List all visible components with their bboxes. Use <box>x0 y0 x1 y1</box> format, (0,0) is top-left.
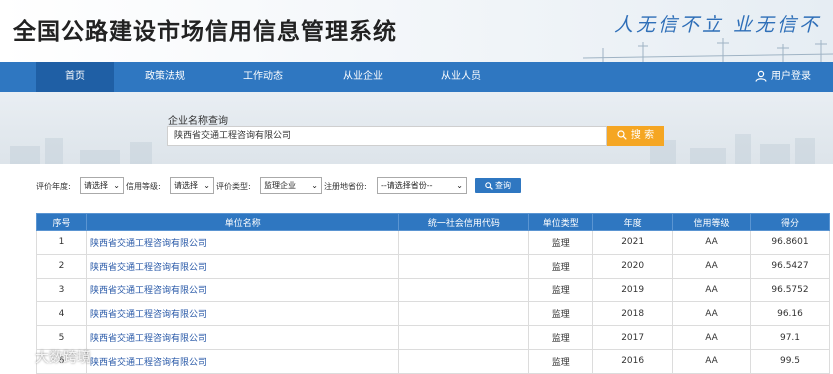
cell-credit-code <box>398 301 530 327</box>
cell-type: 监理 <box>528 301 594 327</box>
cell-grade: AA <box>672 301 751 327</box>
col-header-no: 序号 <box>36 213 87 231</box>
watermark-logo-icon <box>9 354 29 364</box>
province-select-value: --请选择省份-- <box>381 181 433 190</box>
table-row: 1 陕西省交通工程咨询有限公司 监理 2021 AA 96.8601 <box>36 230 830 255</box>
chevron-down-icon: ⌄ <box>113 181 120 190</box>
company-link[interactable]: 陕西省交通工程咨询有限公司 <box>85 301 400 327</box>
chevron-down-icon: ⌄ <box>203 181 210 190</box>
user-icon <box>755 70 767 82</box>
login-button[interactable]: 用户登录 <box>755 62 811 92</box>
cell-type: 监理 <box>528 325 594 350</box>
cell-no: 2 <box>36 253 87 279</box>
cell-year: 2021 <box>592 230 674 255</box>
search-label: 企业名称查询 <box>168 116 228 127</box>
login-label: 用户登录 <box>771 71 811 82</box>
cell-score: 96.8601 <box>750 230 830 255</box>
cell-type: 监理 <box>528 253 594 279</box>
site-title: 全国公路建设市场信用信息管理系统 <box>13 19 397 45</box>
cell-credit-code <box>398 253 530 279</box>
cell-year: 2018 <box>592 301 674 327</box>
table-row: 2 陕西省交通工程咨询有限公司 监理 2020 AA 96.5427 <box>36 253 830 279</box>
col-header-score: 得分 <box>750 213 830 231</box>
province-select[interactable]: --请选择省份-- ⌄ <box>377 177 467 194</box>
search-banner: 企业名称查询 陕西省交通工程咨询有限公司 搜 索 <box>0 92 833 164</box>
col-header-type: 单位类型 <box>528 213 594 231</box>
watermark-text: 大数跨境 <box>35 350 91 366</box>
nav-policy[interactable]: 政策法规 <box>126 62 204 92</box>
cell-score: 97.1 <box>750 325 830 350</box>
query-button-label: 查询 <box>495 181 511 190</box>
col-header-grade: 信用等级 <box>672 213 751 231</box>
nav-work-news[interactable]: 工作动态 <box>224 62 302 92</box>
company-link[interactable]: 陕西省交通工程咨询有限公司 <box>85 253 400 279</box>
cell-no: 4 <box>36 301 87 327</box>
province-filter-label: 注册地省份: <box>324 182 367 191</box>
search-button[interactable]: 搜 索 <box>607 126 664 146</box>
cell-year: 2019 <box>592 277 674 303</box>
table-row: 3 陕西省交通工程咨询有限公司 监理 2019 AA 96.5752 <box>36 277 830 303</box>
company-search-input[interactable]: 陕西省交通工程咨询有限公司 <box>167 126 607 146</box>
company-link[interactable]: 陕西省交通工程咨询有限公司 <box>85 277 400 303</box>
cell-grade: AA <box>672 230 751 255</box>
cell-grade: AA <box>672 277 751 303</box>
cell-score: 96.5427 <box>750 253 830 279</box>
table-row: 5 陕西省交通工程咨询有限公司 监理 2017 AA 97.1 <box>36 325 830 350</box>
type-select[interactable]: 监理企业 ⌄ <box>260 177 322 194</box>
nav-personnel[interactable]: 从业人员 <box>422 62 500 92</box>
cell-score: 99.5 <box>750 348 830 374</box>
cell-score: 96.16 <box>750 301 830 327</box>
cell-year: 2017 <box>592 325 674 350</box>
cell-credit-code <box>398 325 530 350</box>
nav-enterprises[interactable]: 从业企业 <box>324 62 402 92</box>
year-filter-label: 评价年度: <box>36 182 71 191</box>
query-button[interactable]: 查询 <box>475 178 521 193</box>
main-nav: 首页 政策法规 工作动态 从业企业 从业人员 用户登录 <box>0 62 833 92</box>
year-select[interactable]: 请选择 ⌄ <box>80 177 124 194</box>
year-select-value: 请选择 <box>84 181 108 190</box>
results-table: 序号 单位名称 统一社会信用代码 单位类型 年度 信用等级 得分 1 陕西省交通… <box>36 213 830 374</box>
grade-filter-label: 信用等级: <box>126 182 161 191</box>
cell-credit-code <box>398 230 530 255</box>
cell-year: 2016 <box>592 348 674 374</box>
grade-select[interactable]: 请选择 ⌄ <box>170 177 214 194</box>
cell-no: 1 <box>36 230 87 255</box>
cell-type: 监理 <box>528 277 594 303</box>
cell-type: 监理 <box>528 348 594 374</box>
search-button-label: 搜 索 <box>630 130 655 141</box>
chevron-down-icon: ⌄ <box>311 181 318 190</box>
company-link[interactable]: 陕西省交通工程咨询有限公司 <box>85 325 400 350</box>
col-header-credit-code: 统一社会信用代码 <box>398 213 530 231</box>
type-select-value: 监理企业 <box>264 181 296 190</box>
cell-no: 3 <box>36 277 87 303</box>
cell-score: 96.5752 <box>750 277 830 303</box>
cell-year: 2020 <box>592 253 674 279</box>
chevron-down-icon: ⌄ <box>456 181 463 190</box>
cell-no: 5 <box>36 325 87 350</box>
grade-select-value: 请选择 <box>174 181 198 190</box>
skyline-decoration <box>583 38 833 62</box>
table-header-row: 序号 单位名称 统一社会信用代码 单位类型 年度 信用等级 得分 <box>36 213 830 231</box>
cell-credit-code <box>398 348 530 374</box>
site-header: 全国公路建设市场信用信息管理系统 人无信不立 业无信不 <box>0 0 833 62</box>
search-icon <box>485 181 493 190</box>
col-header-name: 单位名称 <box>85 213 400 231</box>
company-link[interactable]: 陕西省交通工程咨询有限公司 <box>85 348 400 374</box>
slogan: 人无信不立 业无信不 <box>613 14 821 36</box>
type-filter-label: 评价类型: <box>216 182 251 191</box>
search-icon <box>617 130 627 140</box>
page: 全国公路建设市场信用信息管理系统 人无信不立 业无信不 首页 政策法规 工作动态… <box>0 0 833 374</box>
table-row: 4 陕西省交通工程咨询有限公司 监理 2018 AA 96.16 <box>36 301 830 327</box>
cell-grade: AA <box>672 253 751 279</box>
company-link[interactable]: 陕西省交通工程咨询有限公司 <box>85 230 400 255</box>
col-header-year: 年度 <box>592 213 674 231</box>
cell-grade: AA <box>672 325 751 350</box>
cell-type: 监理 <box>528 230 594 255</box>
nav-home[interactable]: 首页 <box>36 62 114 92</box>
cell-grade: AA <box>672 348 751 374</box>
watermark: 大数跨境 <box>8 347 91 367</box>
table-row: 6 陕西省交通工程咨询有限公司 监理 2016 AA 99.5 <box>36 348 830 374</box>
cell-credit-code <box>398 277 530 303</box>
